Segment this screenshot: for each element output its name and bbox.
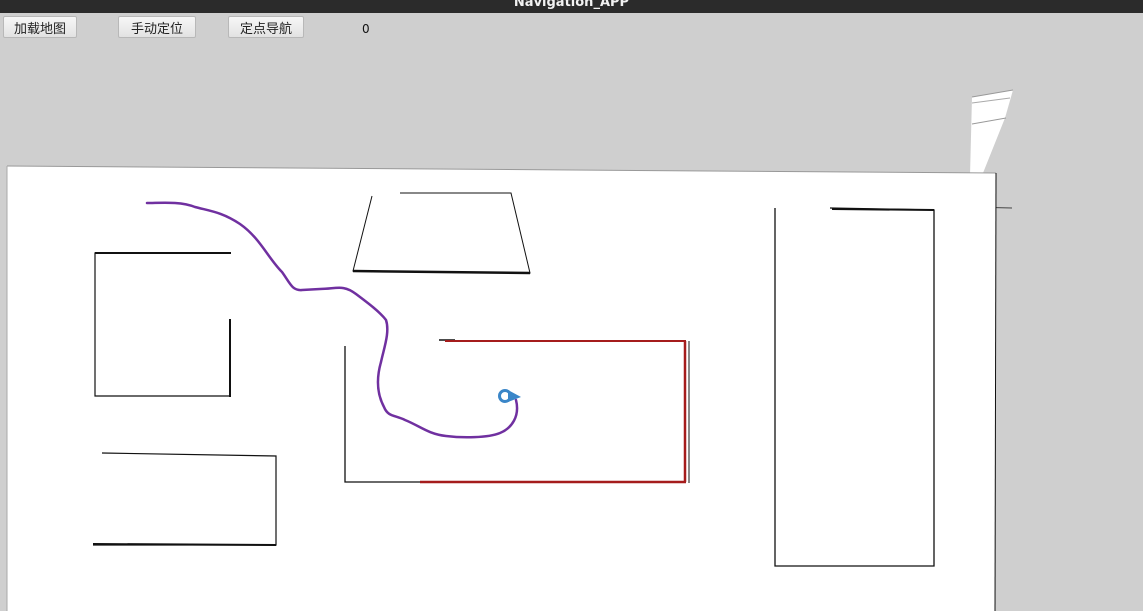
map-canvas[interactable]: [0, 0, 1143, 611]
